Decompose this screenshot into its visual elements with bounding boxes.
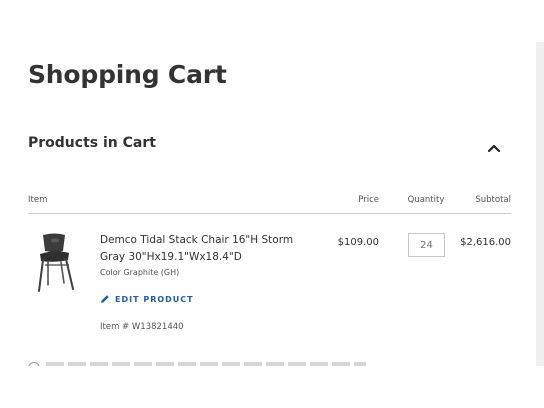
chevron-up-icon[interactable] — [486, 140, 502, 154]
column-header-subtotal: Subtotal — [475, 195, 511, 205]
column-header-quantity: Quantity — [407, 195, 445, 205]
page-title: Shopping Cart — [28, 60, 227, 89]
product-color: Color Graphite (GH) — [100, 268, 180, 277]
page-bottom-area — [0, 366, 544, 408]
column-header-price: Price — [358, 195, 379, 205]
header-divider — [28, 213, 511, 214]
product-name[interactable]: Demco Tidal Stack Chair 16"H Storm Gray … — [100, 232, 300, 266]
item-subtotal: $2,616.00 — [460, 237, 511, 248]
column-header-item: Item — [28, 195, 48, 205]
edit-product-label: EDIT PRODUCT — [115, 294, 194, 304]
section-title: Products in Cart — [28, 135, 156, 151]
item-price: $109.00 — [337, 237, 379, 248]
item-number: Item # W13821440 — [100, 322, 184, 332]
edit-product-link[interactable]: EDIT PRODUCT — [100, 294, 194, 304]
page-scrollbar[interactable] — [536, 42, 544, 366]
quantity-input[interactable] — [408, 233, 445, 257]
pencil-icon — [101, 295, 109, 303]
chair-icon[interactable] — [33, 232, 81, 294]
